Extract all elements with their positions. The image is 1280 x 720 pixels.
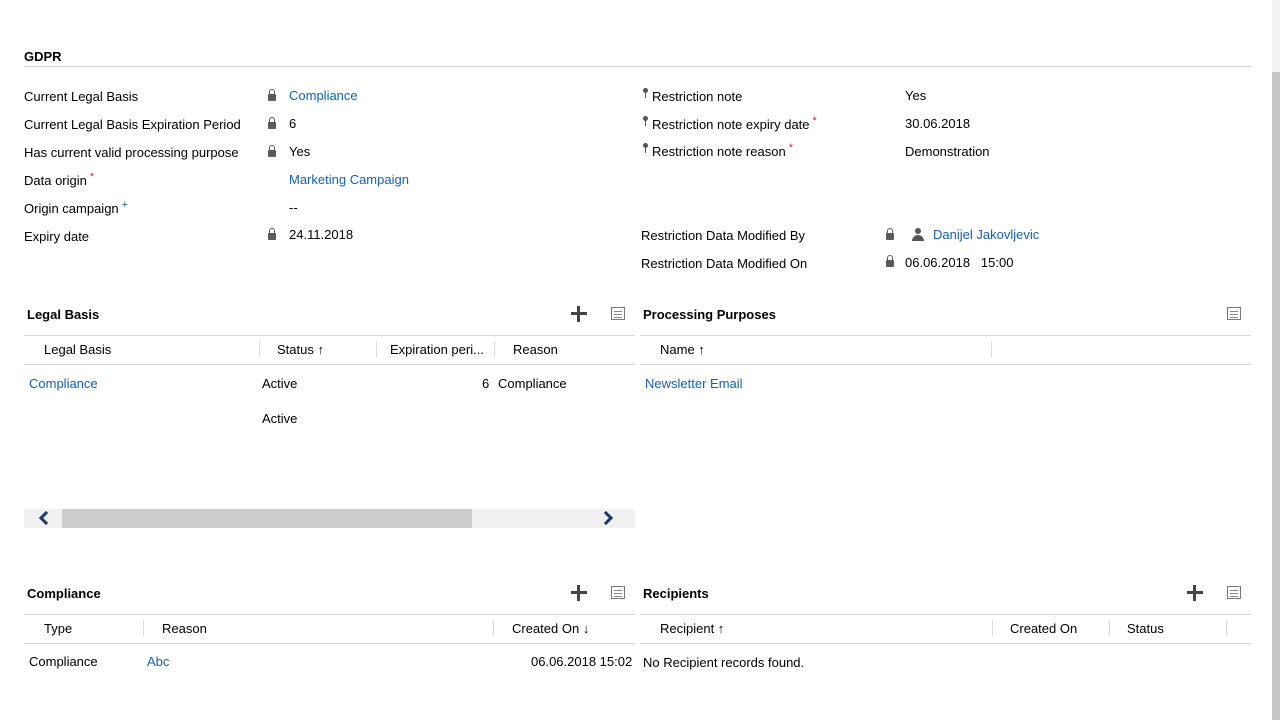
column-header-reason[interactable]: Reason	[513, 342, 558, 357]
chevron-left-icon[interactable]	[38, 510, 54, 526]
lock-icon	[268, 145, 276, 157]
column-header-status[interactable]: Status	[1127, 621, 1164, 636]
reason-link[interactable]: Abc	[147, 654, 169, 669]
section-divider	[24, 66, 1251, 67]
processing-purpose-link[interactable]: Newsletter Email	[645, 376, 743, 391]
header-bottom-line	[640, 364, 1251, 365]
chevron-right-icon[interactable]	[598, 510, 614, 526]
restriction-expiry-value[interactable]: 30.06.2018	[905, 116, 970, 131]
vertical-scrollbar[interactable]	[1272, 0, 1280, 720]
field-label: Restriction note	[652, 89, 743, 104]
column-separator	[494, 341, 495, 357]
lock-icon	[268, 117, 276, 129]
column-separator	[493, 620, 494, 636]
column-separator	[991, 341, 992, 357]
field-label: Current Legal Basis	[24, 89, 139, 104]
column-header-recipient[interactable]: Recipient ↑	[660, 621, 724, 636]
header-top-line	[640, 614, 1251, 615]
person-icon	[912, 228, 924, 241]
field-label: Restriction Data Modified By	[641, 228, 806, 243]
field-label-wrap: Data origin *	[24, 171, 95, 188]
origin-campaign-value[interactable]: --	[289, 200, 298, 215]
column-separator	[992, 620, 993, 636]
key-icon	[643, 88, 648, 98]
field-label: Origin campaign	[24, 201, 119, 216]
field-label-wrap: Origin campaign +	[24, 199, 129, 216]
column-header-created-on[interactable]: Created On	[1010, 621, 1077, 636]
subgrid-title: Recipients	[643, 586, 709, 601]
subgrid-title: Processing Purposes	[643, 307, 776, 322]
column-header-created-on[interactable]: Created On ↓	[512, 621, 589, 636]
field-label: Current Legal Basis Expiration Period	[24, 117, 241, 132]
column-separator	[1226, 620, 1227, 636]
restriction-note-value[interactable]: Yes	[905, 88, 926, 103]
expiration-cell: 6	[482, 376, 490, 391]
column-header-reason[interactable]: Reason	[162, 621, 207, 636]
lock-icon	[268, 228, 276, 240]
header-top-line	[24, 614, 635, 615]
key-icon	[643, 116, 648, 126]
legal-basis-link[interactable]: Compliance	[29, 376, 98, 391]
column-header-legal-basis[interactable]: Legal Basis	[44, 342, 111, 357]
subgrid-title: Legal Basis	[27, 307, 100, 322]
required-marker: *	[812, 115, 817, 127]
header-bottom-line	[24, 364, 635, 365]
header-bottom-line	[640, 643, 1251, 644]
empty-message: No Recipient records found.	[643, 655, 805, 670]
field-value: 24.11.2018	[289, 227, 354, 242]
add-icon[interactable]	[571, 585, 587, 601]
header-top-line	[24, 335, 635, 336]
header-bottom-line	[24, 643, 635, 644]
column-separator	[1109, 620, 1110, 636]
lock-icon	[886, 228, 894, 240]
field-label-wrap: Restriction note reason *	[652, 142, 793, 159]
key-icon	[643, 143, 648, 153]
field-label: Has current valid processing purpose	[24, 145, 239, 160]
grid-view-icon[interactable]	[1227, 307, 1241, 320]
grid-view-icon[interactable]	[611, 586, 625, 599]
reason-cell: Compliance	[498, 376, 567, 391]
column-header-status[interactable]: Status ↑	[277, 342, 324, 357]
column-separator	[376, 341, 377, 357]
field-label: Restriction Data Modified On	[641, 256, 808, 271]
column-separator	[143, 620, 144, 636]
status-cell: Active	[262, 411, 298, 426]
horizontal-scrollbar[interactable]	[24, 509, 635, 528]
field-label: Data origin	[24, 173, 87, 188]
field-label: Restriction note expiry date	[652, 117, 810, 132]
column-header-type[interactable]: Type	[44, 621, 72, 636]
recommended-marker: +	[121, 199, 129, 211]
restriction-reason-value[interactable]: Demonstration	[905, 144, 990, 159]
scrollbar-thumb[interactable]	[1272, 72, 1280, 720]
modified-by-link[interactable]: Danijel Jakovljevic	[933, 227, 1039, 242]
column-separator	[259, 341, 260, 357]
subgrid-title: Compliance	[27, 586, 101, 601]
status-cell: Active	[262, 376, 298, 391]
type-cell: Compliance	[29, 654, 98, 669]
grid-view-icon[interactable]	[1227, 586, 1241, 599]
created-on-cell: 06.06.2018 15:02	[531, 654, 633, 669]
data-origin-link[interactable]: Marketing Campaign	[289, 172, 409, 187]
field-value: Yes	[289, 144, 311, 159]
grid-view-icon[interactable]	[611, 307, 625, 320]
required-marker: *	[89, 171, 95, 183]
scrollbar-thumb[interactable]	[62, 509, 472, 528]
field-value: 6	[289, 116, 297, 131]
required-marker: *	[788, 142, 793, 154]
add-icon[interactable]	[571, 306, 587, 322]
field-label-wrap: Restriction note expiry date *	[652, 115, 817, 132]
add-icon[interactable]	[1187, 585, 1203, 601]
column-header-name[interactable]: Name ↑	[660, 342, 705, 357]
lock-icon	[886, 255, 894, 267]
header-top-line	[640, 335, 1251, 336]
field-label: Expiry date	[24, 229, 90, 244]
field-label: Restriction note reason	[652, 144, 786, 159]
field-value: 06.06.2018 15:00	[905, 255, 1014, 270]
current-legal-basis-link[interactable]: Compliance	[289, 88, 358, 103]
column-header-expiration[interactable]: Expiration peri...	[390, 342, 484, 357]
lock-icon	[268, 89, 276, 101]
section-title: GDPR	[24, 49, 62, 64]
